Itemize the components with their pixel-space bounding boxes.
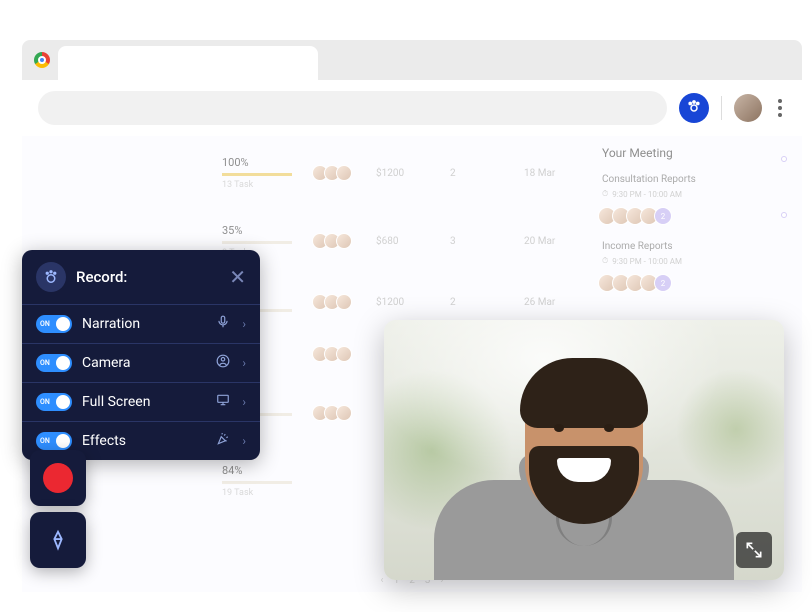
webcam-person	[424, 340, 744, 580]
draw-button[interactable]	[30, 512, 86, 568]
meeting-avatars: 2	[602, 274, 782, 292]
address-bar[interactable]	[38, 91, 667, 125]
record-button[interactable]	[30, 450, 86, 506]
progress-sub: 13 Task	[222, 180, 292, 190]
meeting-title: Your Meeting	[602, 146, 782, 160]
record-dot-icon	[43, 463, 73, 493]
record-label: Effects	[82, 433, 204, 449]
menu-icon[interactable]	[774, 95, 786, 121]
pen-icon	[47, 529, 69, 551]
toggle-switch[interactable]: ON	[36, 393, 72, 411]
record-panel: Record: ✕ ON Narration › ON Camera › ON …	[22, 250, 260, 460]
divider	[721, 96, 722, 120]
tab-strip	[22, 40, 802, 80]
meeting-section-label: Consultation Reports	[602, 174, 782, 185]
mic-icon	[214, 315, 232, 333]
browser-toolbar	[22, 80, 802, 136]
avatar-group	[316, 405, 352, 421]
task-amount: $680	[376, 236, 426, 247]
record-row-narration[interactable]: ON Narration ›	[22, 304, 260, 343]
meeting-panel: Your Meeting Consultation Reports ⏱9:30 …	[602, 146, 782, 308]
avatar-count: 2	[654, 207, 672, 225]
toggle-switch[interactable]: ON	[36, 354, 72, 372]
timeline-dots	[781, 156, 787, 218]
task-amount: $1200	[376, 168, 426, 179]
task-date: 20 Mar	[524, 236, 574, 247]
chevron-right-icon[interactable]: ›	[242, 434, 246, 448]
record-header: Record: ✕	[22, 250, 260, 304]
record-row-camera[interactable]: ON Camera ›	[22, 343, 260, 382]
progress-percent: 84%	[222, 464, 292, 477]
avatar-group	[316, 165, 352, 181]
record-title: Record:	[76, 268, 219, 286]
extension-icon[interactable]	[679, 93, 709, 123]
browser-tab[interactable]	[58, 46, 318, 80]
control-stack	[30, 450, 86, 568]
task-amount: $1200	[376, 297, 426, 308]
avatar-group	[316, 346, 352, 362]
meeting-avatars: 2	[602, 207, 782, 225]
record-label: Full Screen	[82, 394, 204, 410]
progress-percent: 35%	[222, 224, 292, 237]
avatar-group	[316, 233, 352, 249]
meeting-time: 9:30 PM - 10:00 AM	[612, 190, 682, 199]
task-count: 2	[450, 297, 500, 308]
close-icon[interactable]: ✕	[229, 265, 246, 289]
avatar-count: 2	[654, 274, 672, 292]
user-circle-icon	[214, 354, 232, 372]
task-date: 26 Mar	[524, 297, 574, 308]
task-count: 3	[450, 236, 500, 247]
webcam-preview[interactable]	[384, 320, 784, 580]
confetti-icon	[214, 432, 232, 450]
toggle-switch[interactable]: ON	[36, 432, 72, 450]
record-label: Narration	[82, 316, 204, 332]
chevron-right-icon[interactable]: ›	[242, 317, 246, 331]
monitor-icon	[214, 393, 232, 411]
toggle-switch[interactable]: ON	[36, 315, 72, 333]
progress-sub: 19 Task	[222, 488, 292, 498]
chevron-right-icon[interactable]: ›	[242, 356, 246, 370]
progress-percent: 100%	[222, 156, 292, 169]
expand-icon	[744, 540, 764, 560]
record-row-fullscreen[interactable]: ON Full Screen ›	[22, 382, 260, 421]
avatar-group	[316, 294, 352, 310]
chevron-right-icon[interactable]: ›	[242, 395, 246, 409]
expand-button[interactable]	[736, 532, 772, 568]
meeting-time: 9:30 PM - 10:00 AM	[612, 257, 682, 266]
record-label: Camera	[82, 355, 204, 371]
profile-avatar[interactable]	[734, 94, 762, 122]
app-logo-icon	[36, 262, 66, 292]
chrome-icon	[34, 52, 50, 68]
task-date: 18 Mar	[524, 168, 574, 179]
task-count: 2	[450, 168, 500, 179]
meeting-section-label: Income Reports	[602, 241, 782, 252]
